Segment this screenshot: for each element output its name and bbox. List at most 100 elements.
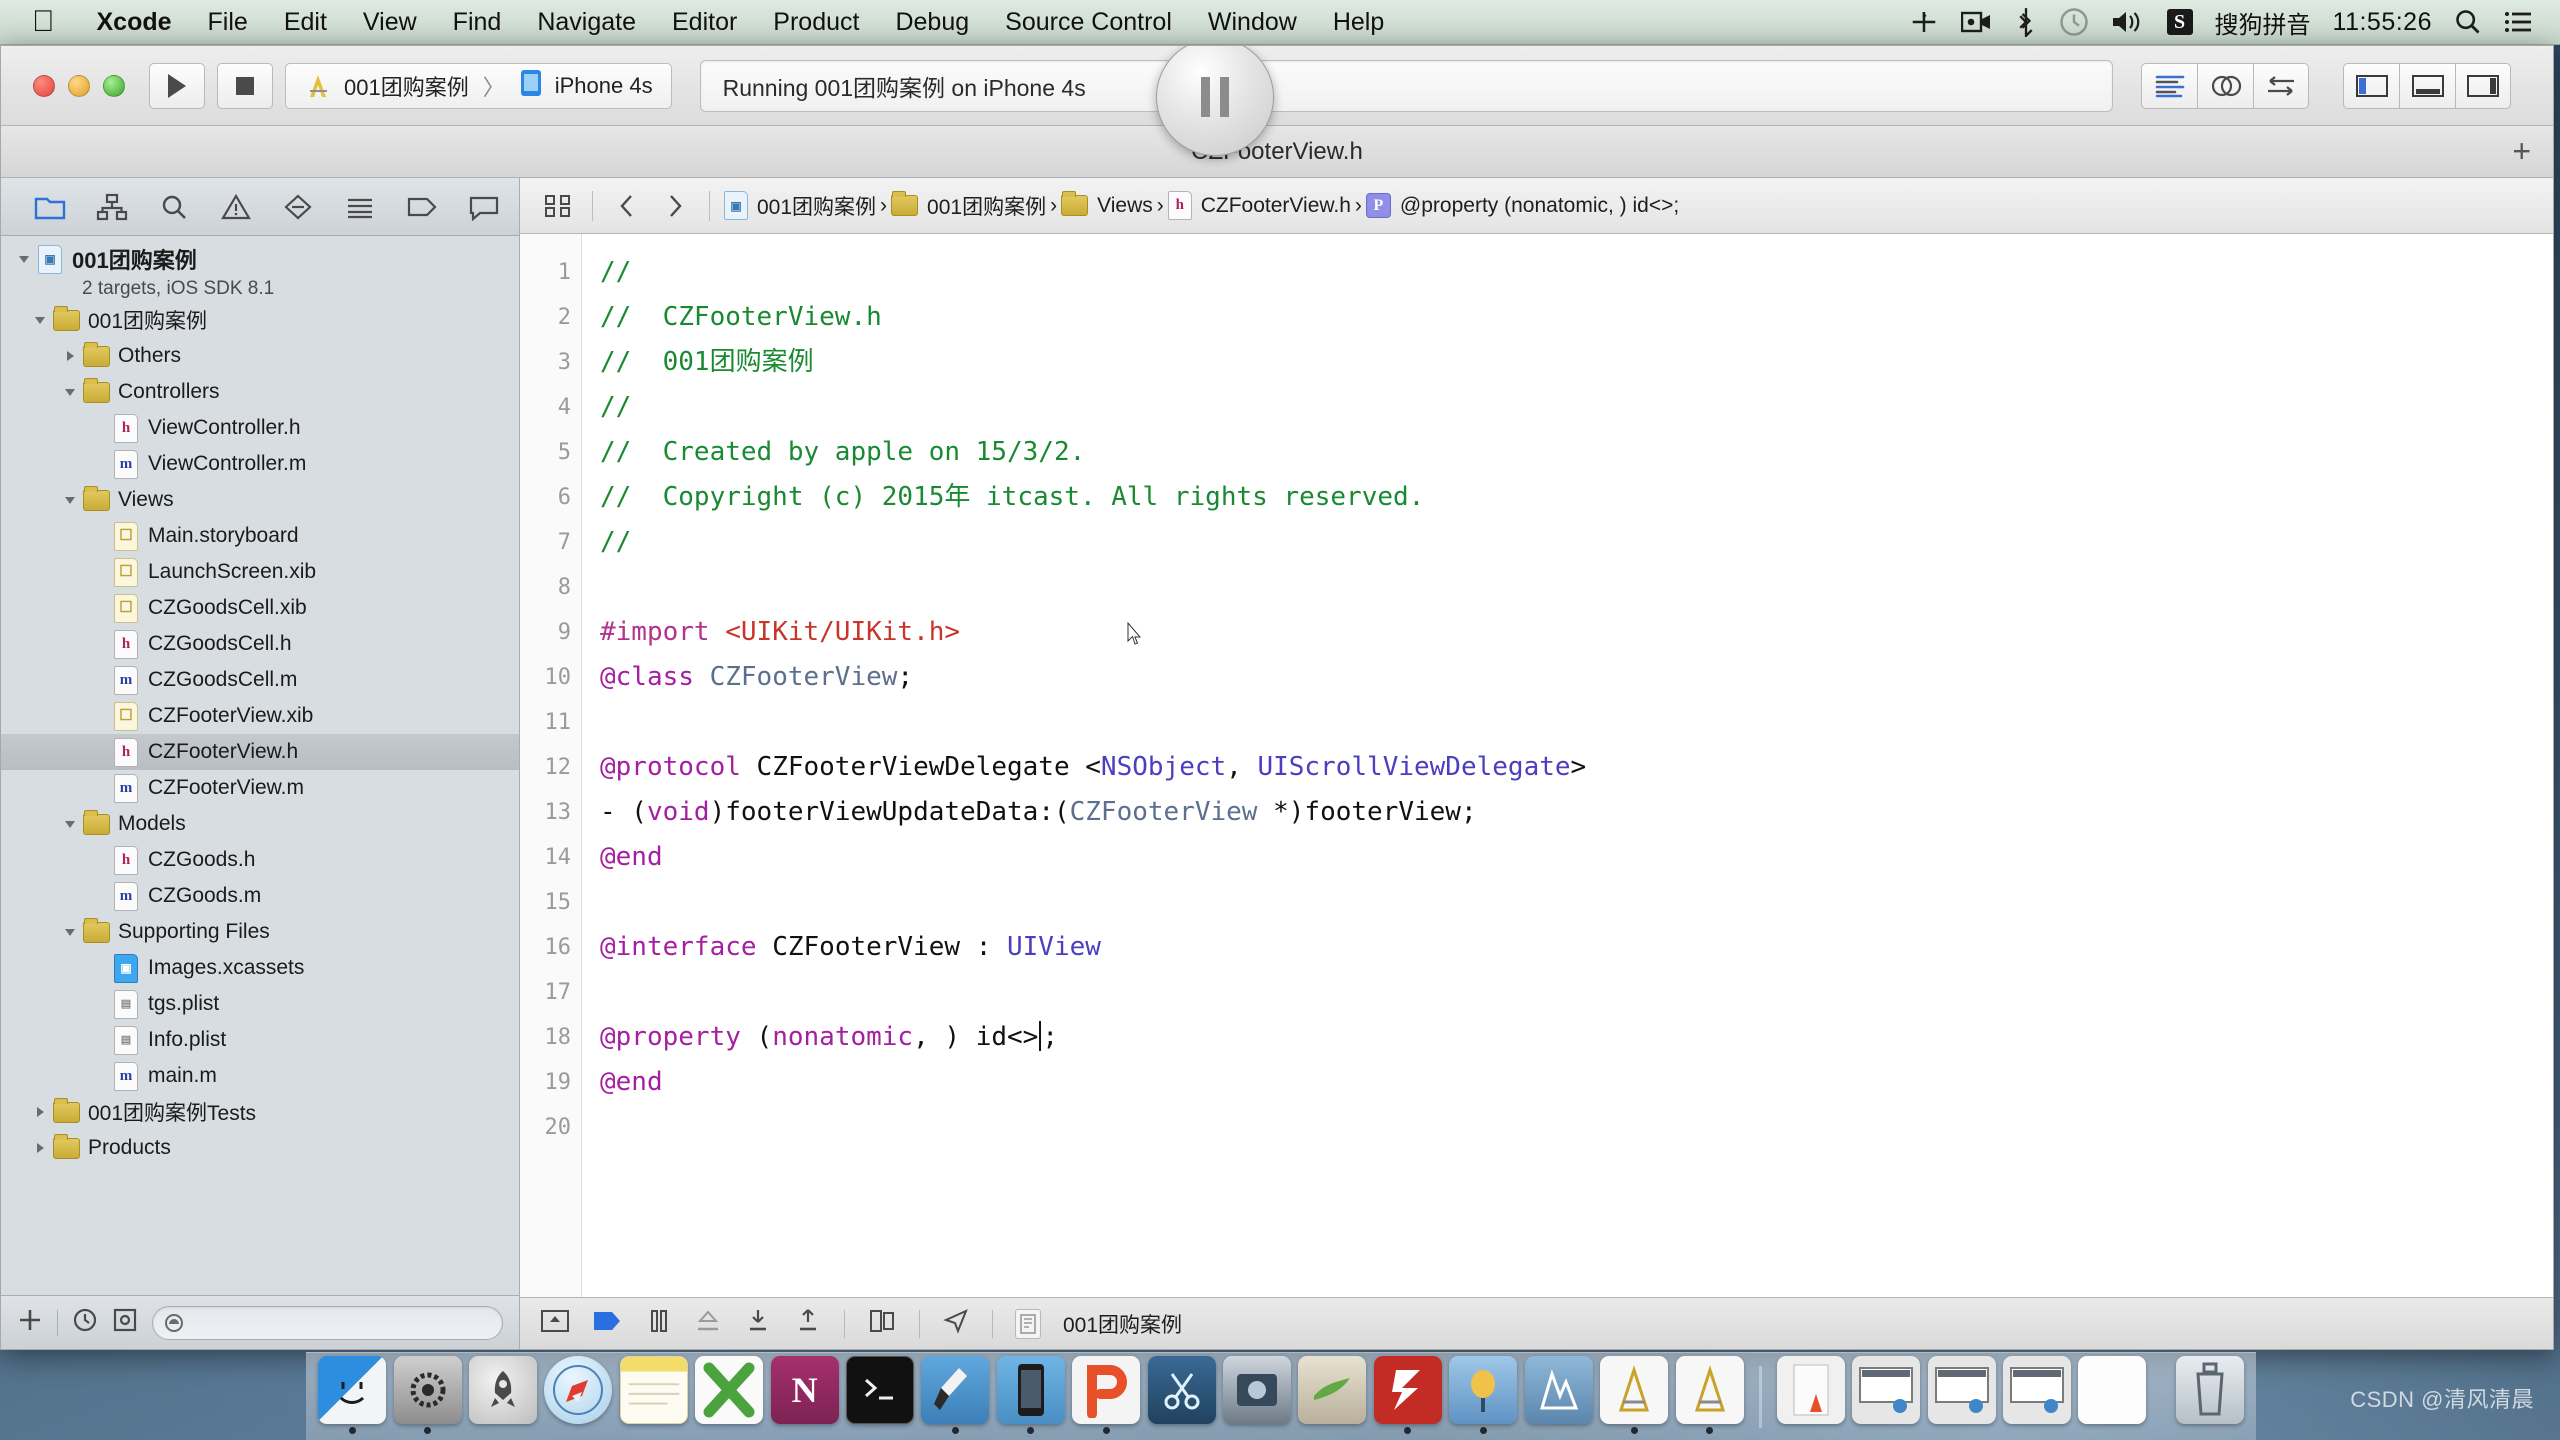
- disclosure-triangle-down-icon[interactable]: [13, 252, 35, 266]
- add-icon[interactable]: [17, 1307, 43, 1338]
- minimize-button[interactable]: [68, 74, 90, 97]
- tree-row-czgoodscell-h[interactable]: h CZGoodsCell.h: [1, 626, 519, 662]
- disclosure-triangle-right-icon[interactable]: [59, 349, 81, 363]
- apple-logo-icon[interactable]: : [32, 7, 55, 37]
- toggle-utilities-icon[interactable]: [2455, 62, 2511, 109]
- forward-chevron-icon[interactable]: [651, 193, 699, 219]
- tree-row-czgoods-m[interactable]: m CZGoods.m: [1, 878, 519, 914]
- menu-item-view[interactable]: View: [345, 0, 435, 45]
- dock-item-filezilla[interactable]: [1372, 1356, 1444, 1434]
- filter-text-input[interactable]: [191, 1311, 492, 1334]
- tree-row-main-storyboard[interactable]: ☐ Main.storyboard: [1, 518, 519, 554]
- assistant-editor-icon[interactable]: [2197, 62, 2253, 109]
- menu-item-help[interactable]: Help: [1315, 0, 1402, 45]
- breadcrumb-symbol[interactable]: P @property (nonatomic, ) id<>;: [1362, 193, 1683, 218]
- spotlight-search-icon[interactable]: [2454, 0, 2482, 45]
- dock-item-parallels-desktop[interactable]: [1070, 1356, 1142, 1434]
- find-navigator-icon[interactable]: [143, 178, 205, 236]
- tree-row-001-tests[interactable]: 001团购案例Tests: [1, 1094, 519, 1130]
- tree-row-images-xcassets[interactable]: ▣ Images.xcassets: [1, 950, 519, 986]
- dock-item-notes[interactable]: [618, 1356, 690, 1434]
- dock-item-microsoft-onenote[interactable]: N: [768, 1356, 840, 1434]
- dock-stack-document-folder[interactable]: [1775, 1356, 1847, 1434]
- dock-minimized-window-1[interactable]: [1850, 1356, 1922, 1434]
- tree-row-czgoodscell-xib[interactable]: ☐ CZGoodsCell.xib: [1, 590, 519, 626]
- hide-debug-area-icon[interactable]: [540, 1308, 570, 1340]
- dock-item-trash[interactable]: [2174, 1356, 2246, 1434]
- step-into-icon[interactable]: [744, 1308, 772, 1340]
- navigator-selector-bar[interactable]: [1, 178, 519, 236]
- tree-row-czfooterview-xib[interactable]: ☐ CZFooterView.xib: [1, 698, 519, 734]
- dock-item-ios-simulator[interactable]: [995, 1356, 1067, 1434]
- tree-row-czfooterview-m[interactable]: m CZFooterView.m: [1, 770, 519, 806]
- tree-row-viewcontroller-m[interactable]: m ViewController.m: [1, 446, 519, 482]
- editor-mode-group[interactable]: [2141, 62, 2309, 109]
- location-simulation-icon[interactable]: [942, 1308, 970, 1340]
- airplay-icon[interactable]: [1909, 0, 1939, 45]
- disclosure-triangle-down-icon[interactable]: [29, 313, 51, 327]
- code-text[interactable]: // // CZFooterView.h // 001团购案例 // // Cr…: [582, 234, 2553, 1297]
- debug-navigator-icon[interactable]: [267, 178, 329, 236]
- tree-row-launchscreen-xib[interactable]: ☐ LaunchScreen.xib: [1, 554, 519, 590]
- view-toggle-group[interactable]: [2343, 62, 2511, 109]
- step-out-icon[interactable]: [794, 1308, 822, 1340]
- source-editor[interactable]: 1 2 3 4 5 6 7 8 9 10 11 12 13 14 15 16 17 18 19 20 // // CZ…: [520, 234, 2553, 1297]
- breadcrumb-group[interactable]: 001团购案例: [887, 191, 1050, 221]
- dock-item-dash[interactable]: [1523, 1356, 1595, 1434]
- dock-item-terminal[interactable]: [844, 1356, 916, 1434]
- symbol-navigator-icon[interactable]: [81, 178, 143, 236]
- tree-row-001[interactable]: 001团购案例: [1, 302, 519, 338]
- dock-item-snipaste[interactable]: [1145, 1356, 1217, 1434]
- step-over-icon[interactable]: [694, 1308, 722, 1340]
- tree-row-czfooterview-h[interactable]: h CZFooterView.h: [1, 734, 519, 770]
- recent-files-icon[interactable]: [72, 1307, 98, 1338]
- disclosure-triangle-right-icon[interactable]: [29, 1105, 51, 1119]
- dock-item-quicktime-player[interactable]: [1221, 1356, 1293, 1434]
- menu-item-edit[interactable]: Edit: [266, 0, 345, 45]
- disclosure-triangle-down-icon[interactable]: [59, 925, 81, 939]
- continue-icon[interactable]: [592, 1308, 624, 1340]
- back-chevron-icon[interactable]: [603, 193, 651, 219]
- related-items-icon[interactable]: [534, 193, 582, 219]
- dock-item-system-preferences[interactable]: [391, 1356, 463, 1434]
- stop-button[interactable]: [217, 62, 273, 109]
- close-button[interactable]: [33, 74, 55, 97]
- dock-item-microsoft-excel[interactable]: [693, 1356, 765, 1434]
- scheme-selector[interactable]: 001团购案例 〉 iPhone 4s: [285, 62, 672, 109]
- disclosure-triangle-down-icon[interactable]: [59, 817, 81, 831]
- dock-item-xcode[interactable]: [919, 1356, 991, 1434]
- test-navigator-icon[interactable]: [453, 178, 515, 236]
- menu-item-editor[interactable]: Editor: [654, 0, 755, 45]
- tree-row-controllers[interactable]: Controllers: [1, 374, 519, 410]
- project-navigator-tree[interactable]: ▣ 001团购案例 2 targets, iOS SDK 8.1 001团购案例…: [1, 236, 519, 1295]
- tree-row-viewcontroller-h[interactable]: h ViewController.h: [1, 410, 519, 446]
- view-debugging-icon[interactable]: [867, 1308, 897, 1340]
- debug-bar[interactable]: 001团购案例: [520, 1297, 2553, 1349]
- dock-item-finder[interactable]: [316, 1356, 388, 1434]
- add-tab-button[interactable]: +: [2512, 133, 2531, 170]
- issue-navigator-icon[interactable]: [205, 178, 267, 236]
- dock-minimized-window-4[interactable]: [2076, 1356, 2148, 1434]
- sogou-ime-badge[interactable]: S: [2166, 9, 2193, 35]
- dock-item-instruments-2[interactable]: [1673, 1356, 1745, 1434]
- notification-center-icon[interactable]: [2504, 0, 2534, 45]
- tree-row-czgoods-h[interactable]: h CZGoods.h: [1, 842, 519, 878]
- dock-item-sublime-text[interactable]: [1296, 1356, 1368, 1434]
- input-method-label[interactable]: 搜狗拼音: [2215, 5, 2311, 40]
- standard-editor-icon[interactable]: [2141, 62, 2197, 109]
- jump-bar[interactable]: ▣ 001团购案例 › 001团购案例 › Views › h CZFooter…: [520, 178, 2553, 234]
- window-controls[interactable]: [33, 74, 125, 97]
- breadcrumb-views[interactable]: Views: [1057, 191, 1157, 218]
- source-control-filter-icon[interactable]: [112, 1307, 138, 1338]
- tree-row-views[interactable]: Views: [1, 482, 519, 518]
- breadcrumb-file[interactable]: h CZFooterView.h: [1164, 191, 1355, 220]
- screen-recording-icon[interactable]: [1960, 0, 1993, 45]
- volume-icon[interactable]: [2111, 0, 2145, 45]
- debug-process-label[interactable]: 001团购案例: [1063, 1309, 1182, 1339]
- menu-item-source-control[interactable]: Source Control: [987, 0, 1190, 45]
- bluetooth-icon[interactable]: [2015, 0, 2037, 45]
- dock-item-charles[interactable]: [1447, 1356, 1519, 1434]
- tree-row-main-m[interactable]: m main.m: [1, 1058, 519, 1094]
- report-navigator-icon[interactable]: [391, 178, 453, 236]
- dock-item-launchpad[interactable]: [467, 1356, 539, 1434]
